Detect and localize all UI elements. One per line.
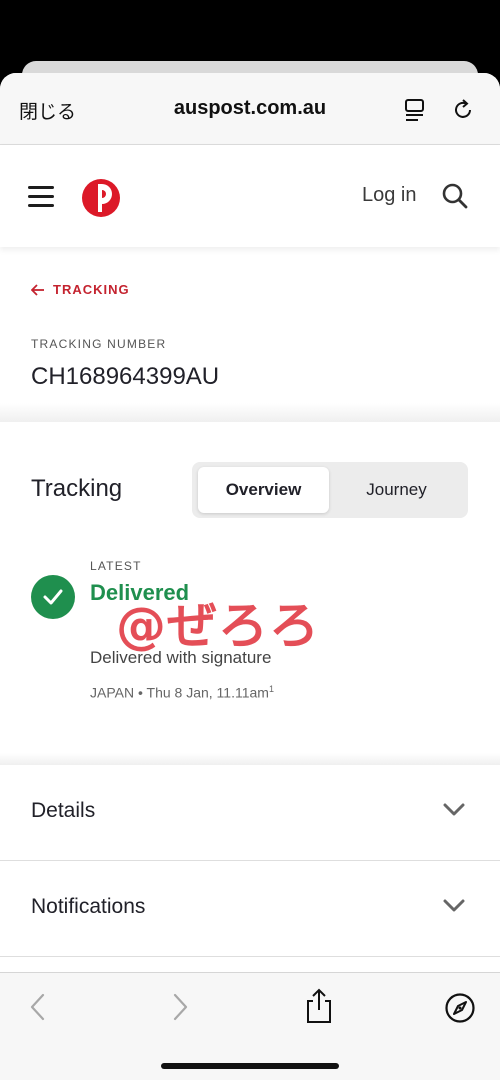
tracking-card: Tracking Overview Journey LATEST Deliver…	[0, 422, 500, 765]
reader-mode-icon[interactable]	[404, 98, 426, 127]
tracking-section-title: Tracking	[31, 475, 123, 502]
back-link-label: TRACKING	[53, 282, 130, 297]
chevron-down-icon	[443, 803, 465, 822]
browser-toolbar	[0, 972, 500, 1080]
reload-icon[interactable]	[453, 98, 475, 127]
home-indicator	[161, 1063, 339, 1069]
tab-journey[interactable]: Journey	[331, 467, 462, 513]
accordion-notifications[interactable]: Notifications	[0, 861, 500, 957]
hamburger-menu-icon[interactable]	[28, 186, 54, 208]
forward-icon[interactable]	[170, 991, 190, 1028]
accordion-label: Details	[31, 799, 96, 822]
tab-overview[interactable]: Overview	[198, 467, 329, 513]
back-to-tracking-link[interactable]: TRACKING	[31, 282, 130, 297]
browser-sheet: 閉じる auspost.com.au Log in TRACKING TRACK…	[0, 73, 500, 1080]
status-location-time: JAPAN • Thu 8 Jan, 11.11am	[90, 684, 269, 701]
tracking-number-value: CH168964399AU	[31, 363, 220, 390]
search-icon[interactable]	[441, 182, 469, 215]
accordion-label: Notifications	[31, 895, 146, 918]
delivered-check-icon	[31, 575, 75, 619]
arrow-left-icon	[31, 283, 44, 296]
back-icon[interactable]	[28, 991, 48, 1028]
footnote-marker[interactable]: 1	[269, 684, 274, 694]
status-meta: JAPAN • Thu 8 Jan, 11.11am1	[90, 684, 274, 701]
status-description: Delivered with signature	[90, 648, 272, 667]
view-switcher: Overview Journey	[192, 462, 468, 518]
auspost-logo[interactable]	[81, 178, 121, 223]
site-header: Log in	[0, 145, 500, 247]
latest-label: LATEST	[90, 559, 142, 573]
compass-icon[interactable]	[444, 992, 476, 1029]
browser-bar: 閉じる auspost.com.au	[0, 73, 500, 145]
tracking-number-label: TRACKING NUMBER	[31, 337, 167, 351]
chevron-down-icon	[443, 899, 465, 918]
login-link[interactable]: Log in	[362, 184, 417, 207]
share-icon[interactable]	[305, 988, 333, 1029]
tracking-header: TRACKING TRACKING NUMBER CH168964399AU	[0, 247, 500, 423]
accordion-details[interactable]: Details	[0, 765, 500, 861]
